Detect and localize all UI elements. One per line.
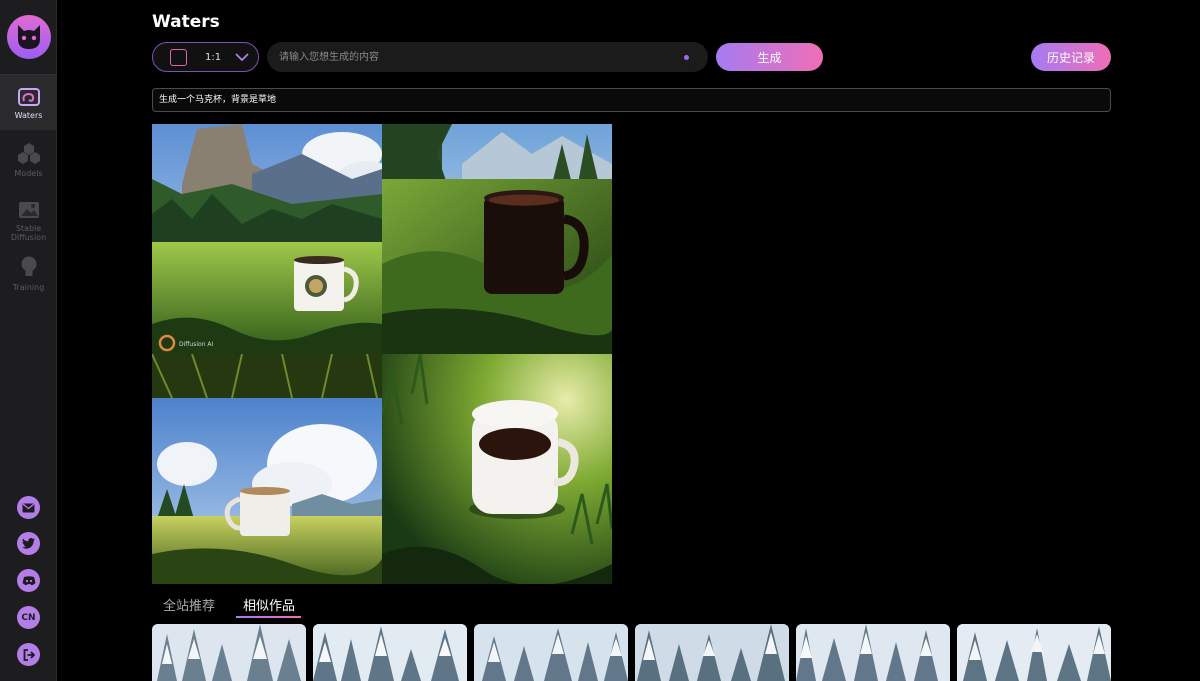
- mail-icon[interactable]: [17, 496, 40, 519]
- thumbnail-1[interactable]: [152, 624, 306, 681]
- thumbnail-5[interactable]: [796, 624, 950, 681]
- status-dot-icon: [684, 55, 689, 60]
- waters-icon: [17, 88, 40, 108]
- active-tab-indicator: [236, 616, 301, 618]
- image-icon: [18, 201, 40, 221]
- history-button[interactable]: 历史记录: [1031, 43, 1111, 71]
- sidebar-item-label: Stable Diffusion: [10, 224, 47, 242]
- sidebar-item-models[interactable]: Models: [0, 142, 57, 182]
- sidebar-item-waters[interactable]: Waters: [0, 75, 57, 130]
- language-icon[interactable]: CN: [17, 606, 40, 629]
- sidebar: Waters Models Stable Diffusion Training …: [0, 0, 57, 681]
- result-image-4[interactable]: [382, 354, 612, 584]
- twitter-icon[interactable]: [17, 532, 40, 555]
- square-ratio-icon: [170, 48, 187, 66]
- logout-icon[interactable]: [17, 643, 40, 666]
- prompt-input[interactable]: [267, 42, 708, 72]
- generate-button[interactable]: 生成: [716, 43, 823, 71]
- thumbnail-6[interactable]: [957, 624, 1111, 681]
- logo[interactable]: [0, 0, 57, 75]
- watermark: Diffusion AI: [179, 341, 214, 348]
- result-image-2[interactable]: [382, 124, 612, 354]
- hexagons-icon: [16, 142, 42, 166]
- sidebar-item-label: Waters: [14, 111, 43, 120]
- page-title: Waters: [152, 12, 220, 32]
- cat-logo-icon: [6, 15, 51, 59]
- sidebar-item-label: Models: [14, 169, 43, 178]
- sidebar-item-label: Training: [12, 283, 45, 292]
- sidebar-item-stable-diffusion[interactable]: Stable Diffusion: [0, 201, 57, 245]
- discord-icon[interactable]: [17, 569, 40, 592]
- result-image-3[interactable]: [152, 354, 382, 584]
- ratio-value: 1:1: [205, 51, 222, 63]
- sidebar-item-training[interactable]: Training: [0, 256, 57, 292]
- chevron-down-icon: [235, 53, 249, 61]
- thumbnail-3[interactable]: [474, 624, 628, 681]
- aspect-ratio-select[interactable]: 1:1: [152, 42, 259, 72]
- thumbnail-4[interactable]: [635, 624, 789, 681]
- tab-site-recommend[interactable]: 全站推荐: [163, 595, 215, 614]
- prompt-display: 生成一个马克杯，背景是草地: [152, 88, 1111, 112]
- lightbulb-icon: [20, 256, 38, 280]
- result-image-1[interactable]: Diffusion AI: [152, 124, 382, 354]
- tab-similar-works[interactable]: 相似作品: [243, 595, 295, 614]
- thumbnail-2[interactable]: [313, 624, 467, 681]
